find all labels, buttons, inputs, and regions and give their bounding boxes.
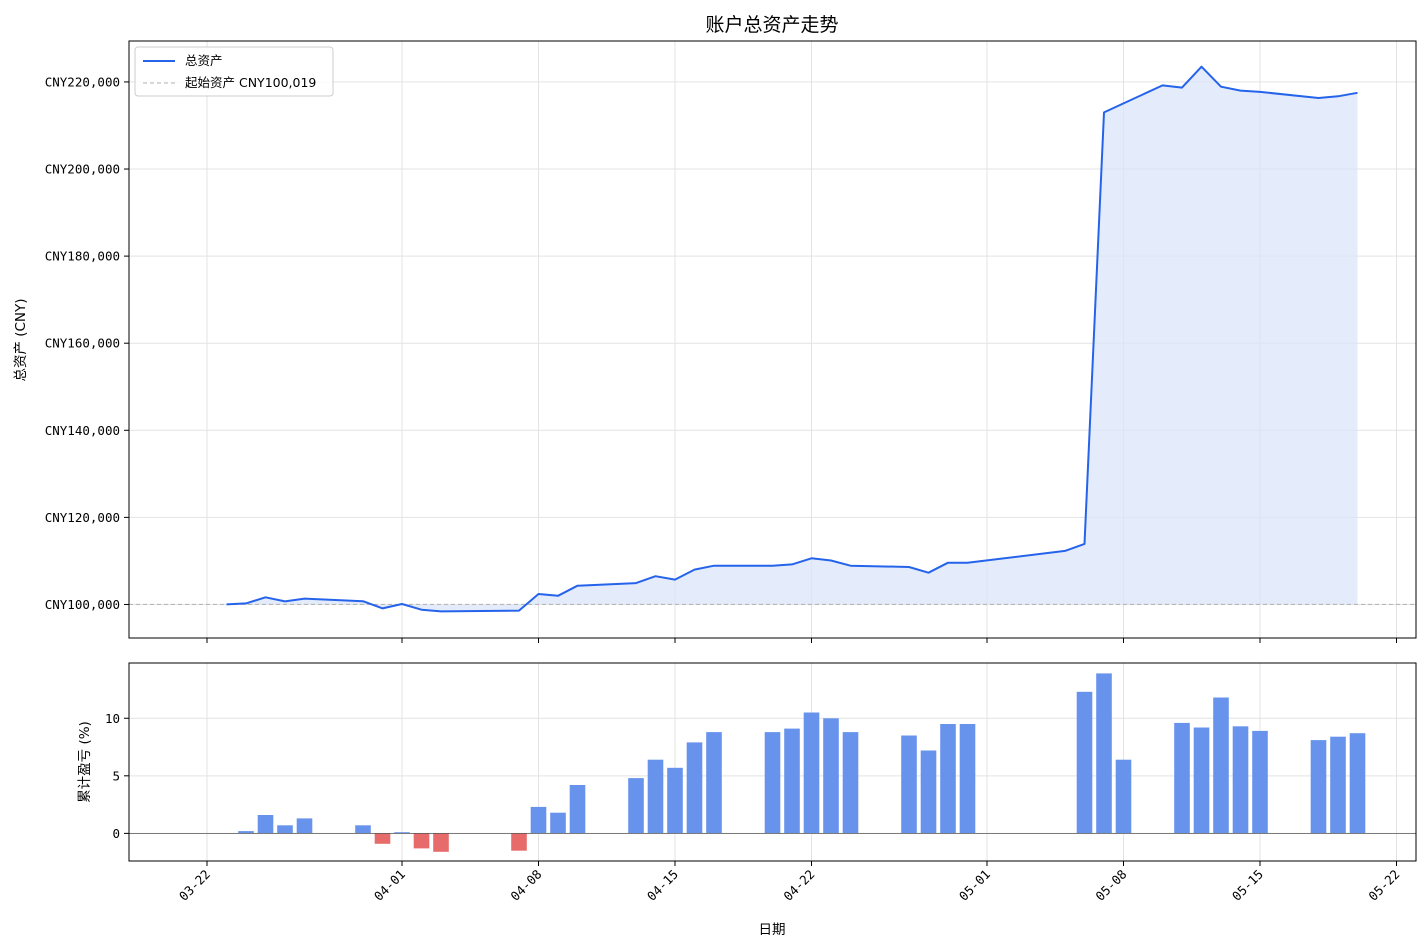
pnl-bar bbox=[1330, 736, 1346, 834]
bottom-y-tick-label: 5 bbox=[112, 768, 120, 783]
pnl-bar bbox=[1213, 697, 1229, 834]
pnl-bar bbox=[433, 833, 449, 852]
top-y-tick-label: CNY120,000 bbox=[45, 510, 120, 525]
total-asset-area-fill bbox=[226, 66, 1358, 612]
pnl-bars bbox=[238, 673, 1366, 852]
pnl-bar bbox=[706, 732, 722, 834]
x-tick-label: 05-01 bbox=[956, 867, 993, 904]
asset-chart-figure: 账户总资产走势 CNY100,000CNY120,000CNY140,000CN… bbox=[13, 14, 1417, 938]
x-tick-label: 04-22 bbox=[780, 867, 817, 904]
x-tick-label: 05-08 bbox=[1092, 867, 1129, 904]
x-tick-label: 04-08 bbox=[507, 867, 544, 904]
pnl-bar bbox=[901, 735, 917, 834]
pnl-bar bbox=[1115, 759, 1132, 834]
x-tick-label: 05-15 bbox=[1229, 867, 1266, 904]
legend: 总资产 起始资产 CNY100,019 bbox=[134, 46, 334, 97]
pnl-bar bbox=[511, 833, 527, 851]
pnl-bar bbox=[374, 833, 391, 844]
bottom-y-axis-label: 累计盈亏 (%) bbox=[77, 721, 93, 803]
bottom-x-ticks: 03-22 04-01 04-08 04-15 04-22 05-01 05-08 05-15… bbox=[176, 861, 1403, 904]
pnl-bar bbox=[842, 732, 859, 834]
x-tick-label: 03-22 bbox=[176, 867, 213, 904]
pnl-bar bbox=[569, 785, 586, 834]
top-x-ticks bbox=[206, 638, 1397, 643]
pnl-bar bbox=[920, 750, 937, 834]
legend-label-initial-asset: 起始资产 CNY100,019 bbox=[185, 75, 316, 90]
chart-title: 账户总资产走势 bbox=[705, 14, 838, 36]
pnl-bar bbox=[1310, 740, 1327, 834]
pnl-bar bbox=[277, 825, 293, 834]
pnl-bar bbox=[530, 806, 547, 834]
x-tick-label: 04-01 bbox=[371, 867, 408, 904]
top-y-tick-label: CNY200,000 bbox=[45, 162, 120, 177]
pnl-bar bbox=[1232, 726, 1249, 834]
pnl-bar bbox=[1174, 722, 1190, 834]
bottom-y-tick-label: 0 bbox=[112, 826, 120, 841]
pnl-bar bbox=[1076, 691, 1093, 834]
top-y-tick-label: CNY180,000 bbox=[45, 249, 120, 264]
pnl-bar bbox=[940, 724, 956, 834]
bottom-y-ticks: 0 5 10 bbox=[105, 711, 129, 841]
top-y-tick-label: CNY140,000 bbox=[45, 423, 120, 438]
pnl-bar bbox=[550, 812, 566, 834]
x-tick-label: 05-22 bbox=[1365, 867, 1402, 904]
pnl-bar bbox=[823, 718, 839, 834]
pnl-bar bbox=[647, 759, 664, 834]
pnl-bar bbox=[355, 825, 371, 834]
pnl-bar bbox=[803, 712, 820, 834]
pnl-bar bbox=[296, 818, 313, 834]
top-y-tick-label: CNY160,000 bbox=[45, 336, 120, 351]
bottom-y-tick-label: 10 bbox=[105, 711, 120, 726]
pnl-bar bbox=[1193, 727, 1210, 834]
pnl-bar bbox=[413, 833, 430, 849]
pnl-bar bbox=[257, 815, 274, 834]
legend-label-total-asset: 总资产 bbox=[185, 53, 223, 68]
pnl-bar bbox=[686, 742, 703, 834]
pnl-bar bbox=[764, 732, 781, 834]
x-axis-label: 日期 bbox=[759, 922, 786, 938]
pnl-bar bbox=[784, 728, 800, 834]
top-y-tick-label: CNY100,000 bbox=[45, 597, 120, 612]
pnl-bar bbox=[628, 778, 644, 834]
pnl-bar bbox=[1096, 673, 1112, 834]
top-y-ticks: CNY100,000 CNY120,000 CNY140,000 CNY160,000… bbox=[45, 74, 129, 612]
pnl-bar bbox=[1349, 733, 1366, 834]
top-y-tick-label: CNY220,000 bbox=[45, 74, 120, 89]
x-tick-label: 04-15 bbox=[644, 867, 681, 904]
top-y-axis-label: 总资产 (CNY) bbox=[13, 298, 29, 381]
pnl-bar bbox=[1252, 730, 1268, 834]
pnl-bar bbox=[959, 724, 976, 834]
pnl-bar bbox=[667, 767, 683, 834]
